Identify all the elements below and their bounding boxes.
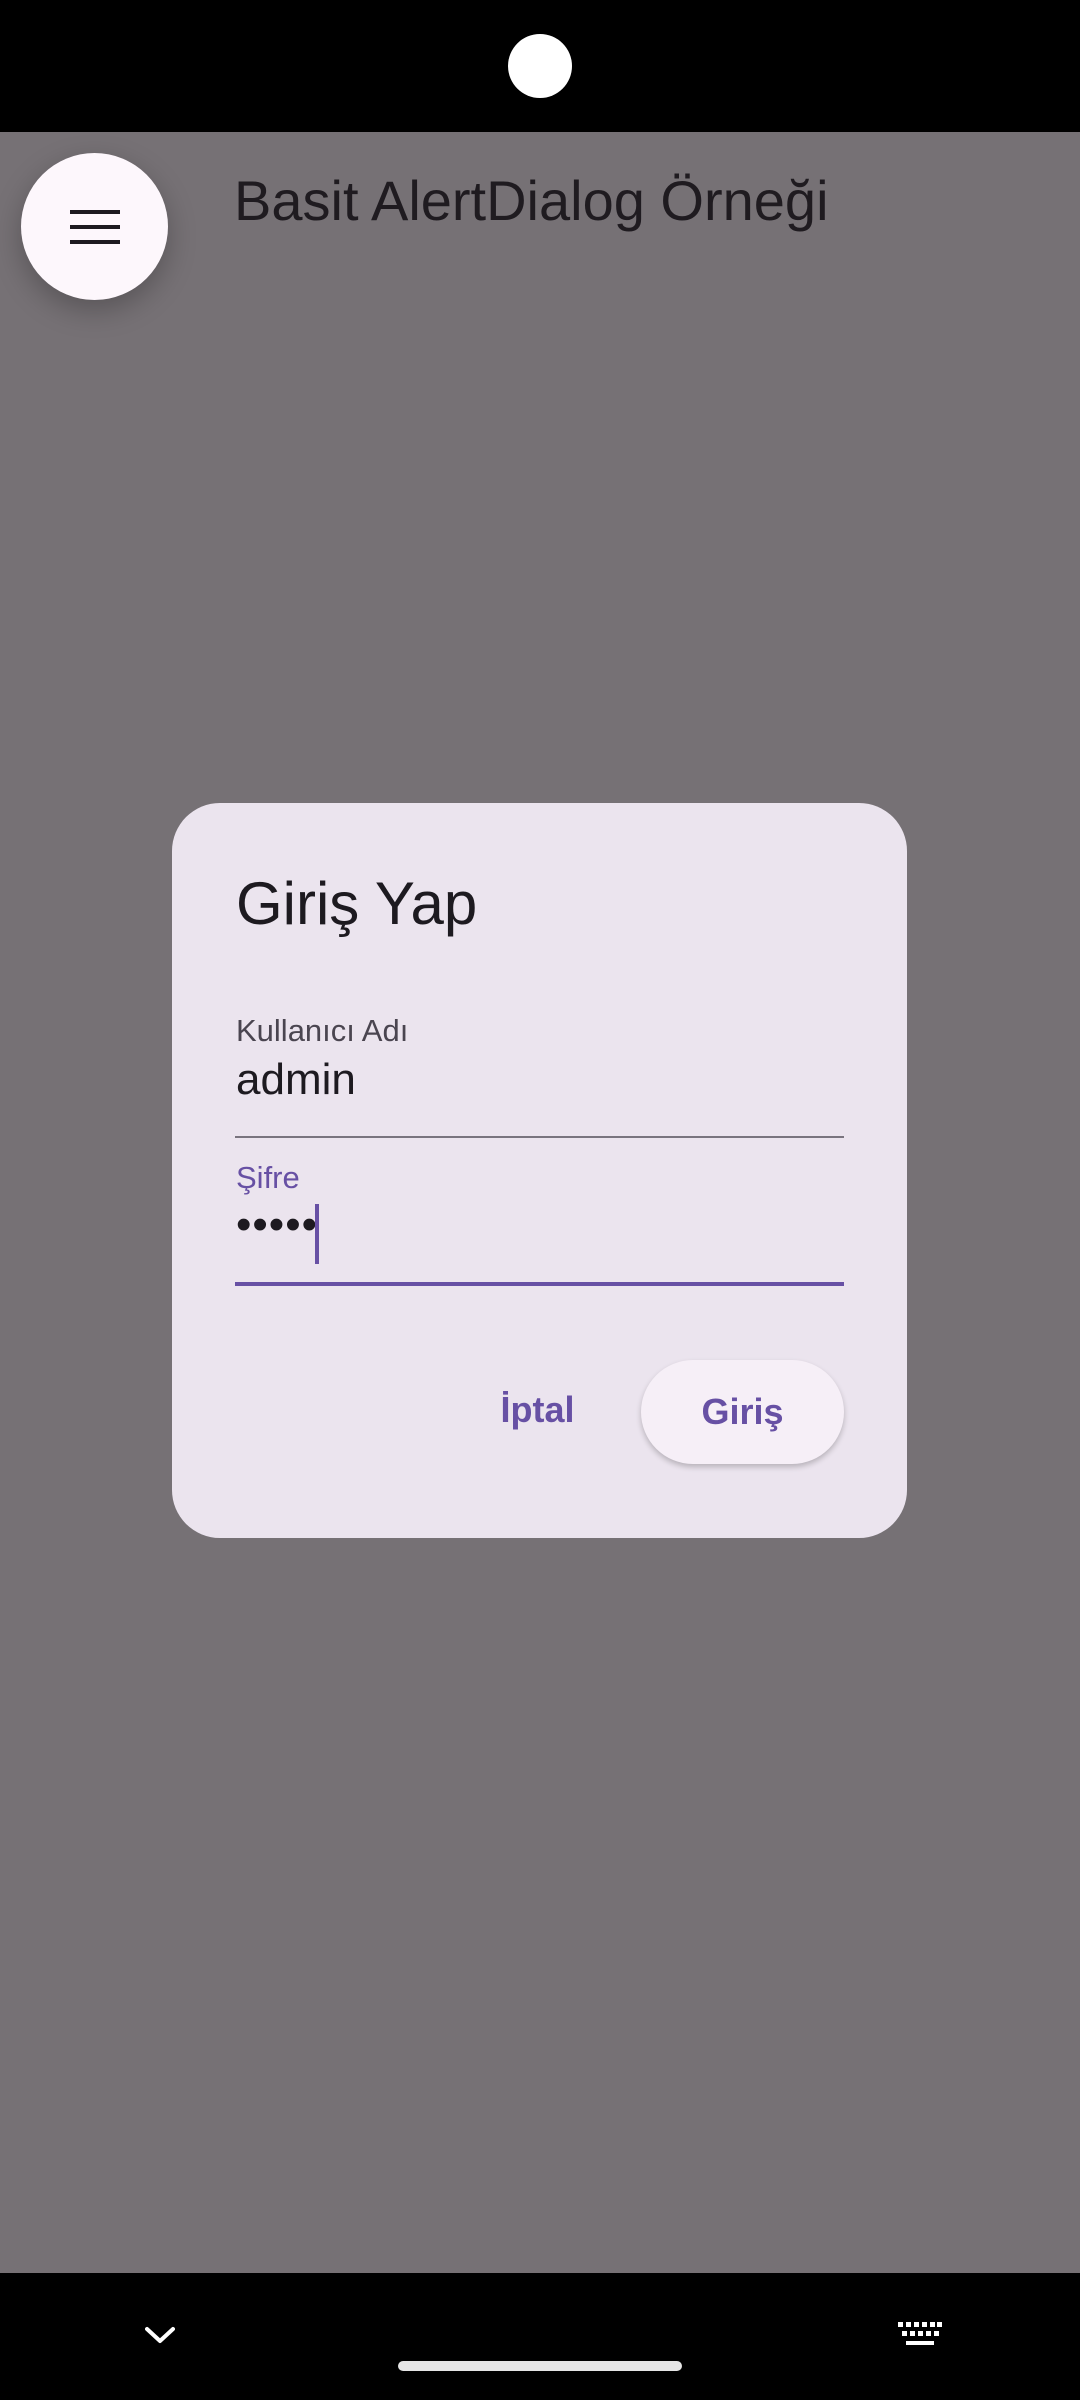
hide-keyboard-button[interactable] xyxy=(132,2309,188,2365)
password-label: Şifre xyxy=(236,1160,300,1195)
username-value[interactable]: admin xyxy=(236,1055,356,1105)
cancel-button[interactable]: İptal xyxy=(470,1360,605,1460)
text-cursor xyxy=(315,1204,319,1264)
camera-cutout xyxy=(508,34,572,98)
login-dialog: Giriş Yap Kullanıcı Adı admin Şifre ••••… xyxy=(172,803,907,1538)
password-field[interactable]: Şifre ••••• xyxy=(235,1150,844,1290)
username-underline xyxy=(235,1136,844,1138)
system-navigation-bar xyxy=(0,2273,1080,2400)
app-bar-title: Basit AlertDialog Örneği xyxy=(234,169,829,232)
username-field[interactable]: Kullanıcı Adı admin xyxy=(235,1003,844,1143)
phone-screen: Basit AlertDialog Örneği Giriş Yap Kulla… xyxy=(0,0,1080,2400)
home-gesture-handle[interactable] xyxy=(398,2361,682,2371)
keyboard-icon xyxy=(898,2321,942,2353)
password-underline-focused xyxy=(235,1282,844,1286)
login-button[interactable]: Giriş xyxy=(641,1360,844,1464)
chevron-down-icon xyxy=(145,2326,175,2349)
password-value[interactable]: ••••• xyxy=(236,1200,318,1250)
dialog-title: Giriş Yap xyxy=(236,870,478,937)
keyboard-switch-button[interactable] xyxy=(892,2309,948,2365)
menu-icon xyxy=(69,209,120,244)
username-label: Kullanıcı Adı xyxy=(236,1013,409,1048)
status-bar xyxy=(0,0,1080,132)
menu-button[interactable] xyxy=(21,153,168,300)
